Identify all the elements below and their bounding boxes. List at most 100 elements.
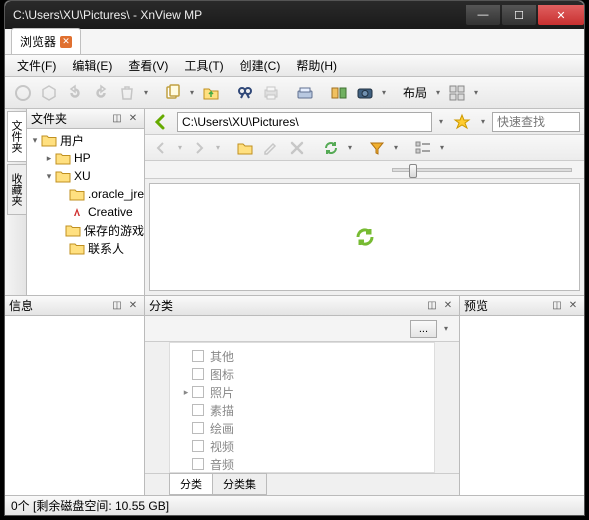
expand-icon[interactable]: ▸ <box>43 153 55 164</box>
hex-icon[interactable] <box>37 81 61 105</box>
nav-forward-icon[interactable] <box>187 136 211 160</box>
checkbox[interactable] <box>192 368 204 380</box>
category-list[interactable]: 其他图标▸照片素描绘画视频音频 <box>169 342 435 473</box>
vtab-folders[interactable]: 文件夹 <box>7 111 26 162</box>
search-input[interactable] <box>492 112 580 132</box>
minimize-button[interactable]: — <box>466 5 500 25</box>
close-pane-icon[interactable]: ✕ <box>126 299 140 313</box>
nav-back-icon[interactable] <box>149 136 173 160</box>
dropdown-icon[interactable]: ▾ <box>437 143 447 152</box>
dropdown-icon[interactable]: ▾ <box>213 143 223 152</box>
category-row[interactable]: 绘画 <box>170 419 434 437</box>
tree-label: HP <box>74 151 91 165</box>
category-label: 素描 <box>210 402 234 419</box>
menu-edit[interactable]: 编辑(E) <box>64 55 120 76</box>
thumbnail-view-icon[interactable] <box>445 81 469 105</box>
close-button[interactable]: ✕ <box>538 5 584 25</box>
expand-icon[interactable]: ▸ <box>180 387 192 398</box>
tree-row[interactable]: ▾XU <box>27 167 144 185</box>
scanner-icon[interactable] <box>293 81 317 105</box>
dropdown-icon[interactable]: ▾ <box>471 88 481 97</box>
folder-icon <box>41 133 57 147</box>
dropdown-icon[interactable]: ▾ <box>141 88 151 97</box>
titlebar[interactable]: C:\Users\XU\Pictures\ - XnView MP — ☐ ✕ <box>5 1 584 29</box>
category-row[interactable]: ▸照片 <box>170 383 434 401</box>
compare-icon[interactable] <box>327 81 351 105</box>
close-pane-icon[interactable]: ✕ <box>566 299 580 313</box>
delete-icon[interactable] <box>285 136 309 160</box>
close-pane-icon[interactable]: ✕ <box>126 112 140 126</box>
category-row[interactable]: 素描 <box>170 401 434 419</box>
category-row[interactable]: 视频 <box>170 437 434 455</box>
tree-row[interactable]: Creative <box>27 203 144 221</box>
rename-icon[interactable] <box>259 136 283 160</box>
tree-row[interactable]: 保存的游戏 <box>27 221 144 239</box>
undock-icon[interactable]: ◫ <box>550 299 564 313</box>
undock-icon[interactable]: ◫ <box>110 112 124 126</box>
camera-icon[interactable] <box>353 81 377 105</box>
rotate-left-icon[interactable] <box>63 81 87 105</box>
tree-row[interactable]: ▸ HP <box>27 149 144 167</box>
dropdown-icon[interactable]: ▾ <box>478 117 488 126</box>
path-dropdown-icon[interactable]: ▾ <box>436 117 446 126</box>
undock-icon[interactable]: ◫ <box>110 299 124 313</box>
print-icon[interactable] <box>259 81 283 105</box>
expand-icon[interactable]: ▾ <box>43 171 55 182</box>
trash-icon[interactable] <box>115 81 139 105</box>
expand-icon[interactable]: ▾ <box>29 135 41 146</box>
fullscreen-icon[interactable] <box>11 81 35 105</box>
menu-view[interactable]: 查看(V) <box>120 55 176 76</box>
rotate-right-icon[interactable] <box>89 81 113 105</box>
filter-icon[interactable] <box>365 136 389 160</box>
vtab-favorites[interactable]: 收藏夹 <box>7 164 26 215</box>
dropdown-icon[interactable]: ▾ <box>391 143 401 152</box>
menu-file[interactable]: 文件(F) <box>9 55 64 76</box>
dropdown-icon[interactable]: ▾ <box>441 324 451 333</box>
zoom-slider[interactable] <box>392 168 572 172</box>
tab-close-icon[interactable]: ✕ <box>60 36 72 48</box>
preview-pane: 预览 ◫ ✕ <box>460 296 584 495</box>
tab-label: 浏览器 <box>20 33 56 50</box>
favorite-icon[interactable] <box>450 110 474 134</box>
copy-icon[interactable] <box>161 81 185 105</box>
checkbox[interactable] <box>192 440 204 452</box>
checkbox[interactable] <box>192 422 204 434</box>
category-more-button[interactable]: ... <box>410 320 437 338</box>
close-pane-icon[interactable]: ✕ <box>441 299 455 313</box>
tree-row[interactable]: .oracle_jre <box>27 185 144 203</box>
dropdown-icon[interactable]: ▾ <box>187 88 197 97</box>
tree-row[interactable]: ▾用户 <box>27 131 144 149</box>
category-row[interactable]: 图标 <box>170 365 434 383</box>
folder-tree[interactable]: ▾用户 ▸ HP ▾XU.oracle_jreCreative保存的游戏联系人 <box>27 129 144 295</box>
tab-category-sets[interactable]: 分类集 <box>212 473 267 495</box>
refresh-icon[interactable] <box>319 136 343 160</box>
category-row[interactable]: 音频 <box>170 455 434 473</box>
menu-tools[interactable]: 工具(T) <box>176 55 231 76</box>
category-row[interactable]: 其他 <box>170 347 434 365</box>
undock-icon[interactable]: ◫ <box>425 299 439 313</box>
tree-row[interactable]: 联系人 <box>27 239 144 257</box>
info-pane: 信息 ◫ ✕ <box>5 296 145 495</box>
dropdown-icon[interactable]: ▾ <box>345 143 355 152</box>
checkbox[interactable] <box>192 386 204 398</box>
checkbox[interactable] <box>192 458 204 470</box>
sort-icon[interactable] <box>411 136 435 160</box>
menu-create[interactable]: 创建(C) <box>232 55 289 76</box>
dropdown-icon[interactable]: ▾ <box>379 88 389 97</box>
folders-pane: 文件夹 ◫ ✕ ▾用户▸HP▾XU.oracle_jreCreative保存的游… <box>27 109 145 295</box>
search-icon[interactable] <box>233 81 257 105</box>
tab-categories[interactable]: 分类 <box>169 473 213 495</box>
path-input[interactable] <box>177 112 432 132</box>
slider-thumb[interactable] <box>409 164 417 178</box>
dropdown-icon[interactable]: ▾ <box>175 143 185 152</box>
checkbox[interactable] <box>192 404 204 416</box>
thumbnail-area[interactable] <box>149 183 580 291</box>
maximize-button[interactable]: ☐ <box>502 5 536 25</box>
menu-help[interactable]: 帮助(H) <box>288 55 345 76</box>
checkbox[interactable] <box>192 350 204 362</box>
folder-up-icon[interactable] <box>199 81 223 105</box>
back-icon[interactable] <box>149 110 173 134</box>
new-folder-icon[interactable] <box>233 136 257 160</box>
tab-browser[interactable]: 浏览器 ✕ <box>11 28 81 54</box>
dropdown-icon[interactable]: ▾ <box>433 88 443 97</box>
